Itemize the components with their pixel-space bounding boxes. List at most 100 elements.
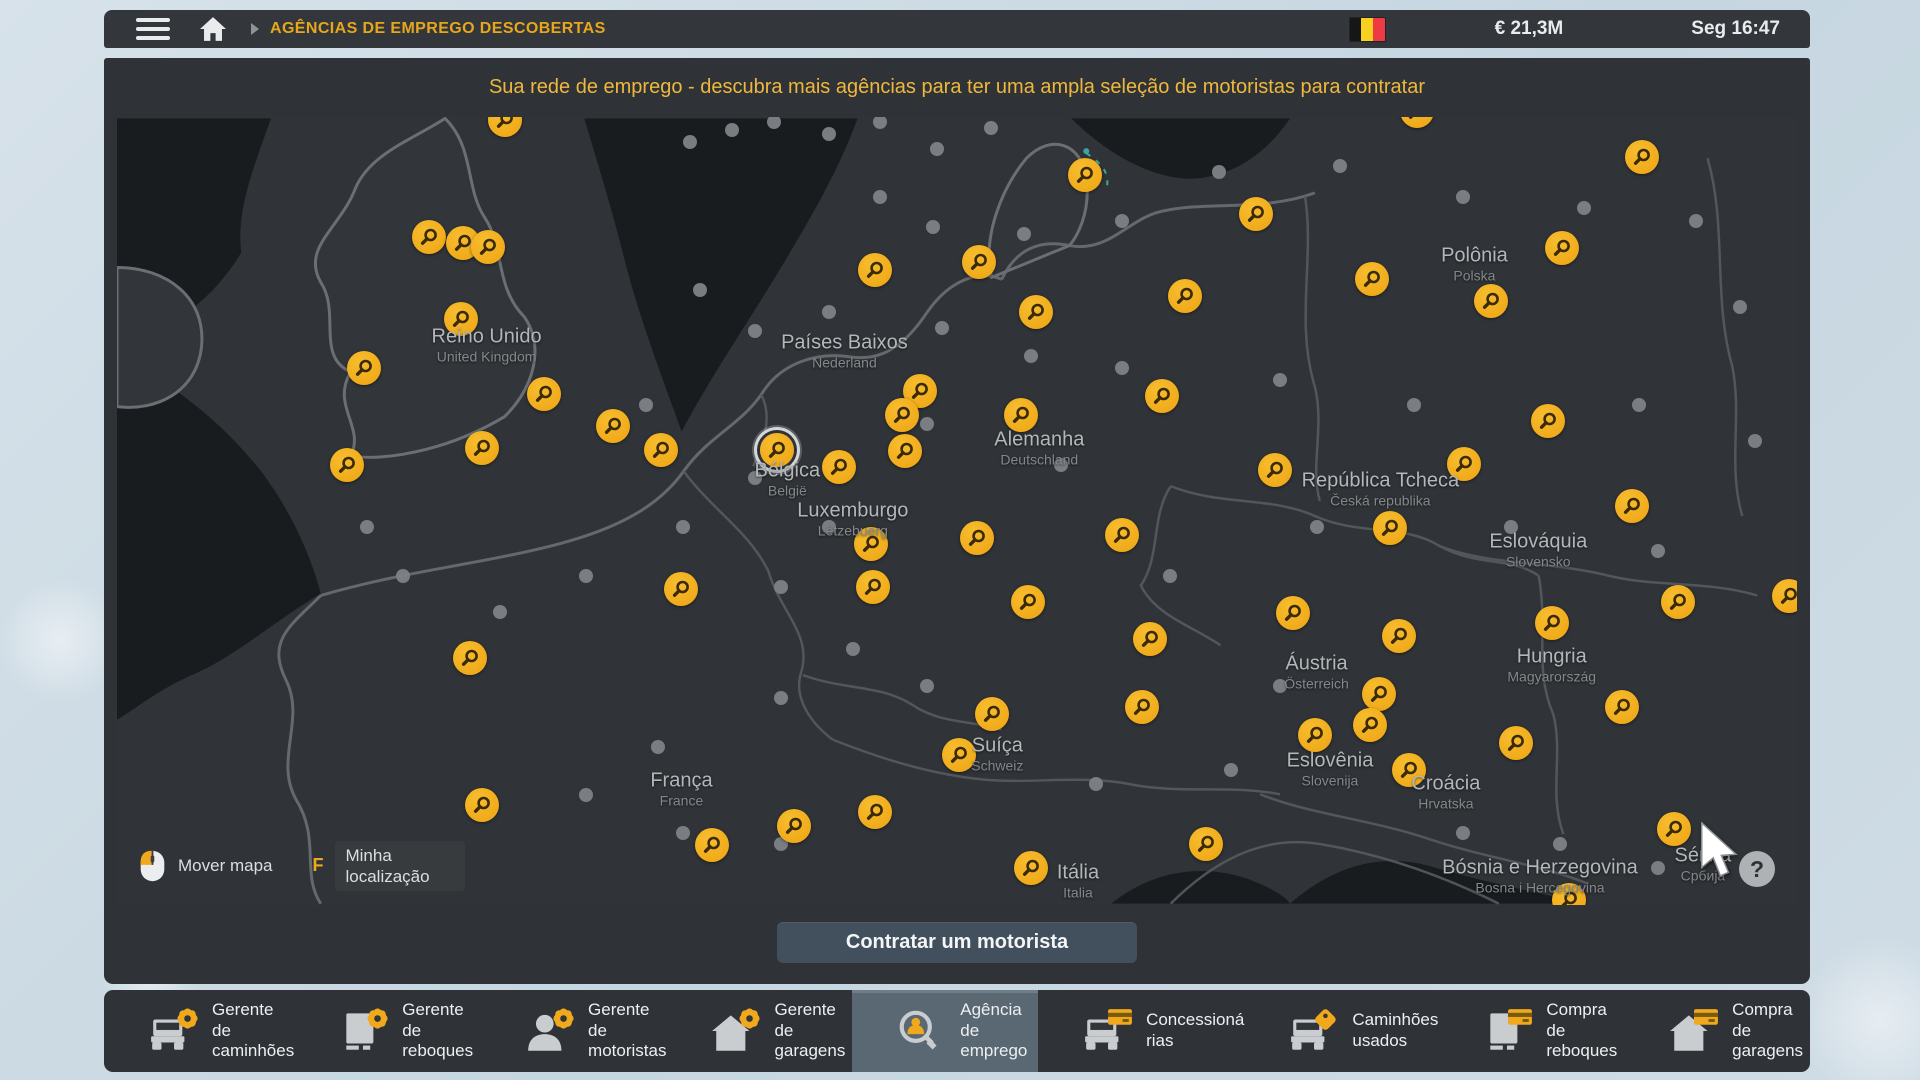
agency-marker[interactable] (1657, 812, 1691, 846)
agency-marker[interactable] (527, 377, 561, 411)
tab-garage-manager[interactable]: Gerente degaragens (666, 990, 852, 1072)
agency-marker[interactable] (1019, 295, 1053, 329)
map-city-dot (693, 283, 707, 297)
map-city-dot (651, 740, 665, 754)
agency-marker[interactable] (1011, 585, 1045, 619)
agency-marker[interactable] (1615, 489, 1649, 523)
tab-trailer-manager[interactable]: Gerente dereboques (294, 990, 480, 1072)
map-city-dot (920, 679, 934, 693)
agency-marker[interactable] (1474, 284, 1508, 318)
agency-marker[interactable] (962, 245, 996, 279)
map-city-dot (1115, 214, 1129, 228)
agency-marker[interactable] (1661, 585, 1695, 619)
agency-marker[interactable] (1392, 753, 1426, 787)
agency-marker[interactable] (1004, 398, 1038, 432)
agency-marker[interactable] (1105, 518, 1139, 552)
agency-marker[interactable] (858, 795, 892, 829)
agency-map-panel: Sua rede de emprego - descubra mais agên… (104, 58, 1810, 984)
agency-marker[interactable] (960, 521, 994, 555)
agency-marker[interactable] (1239, 197, 1273, 231)
agency-marker[interactable] (330, 448, 364, 482)
agency-marker[interactable] (858, 253, 892, 287)
agency-marker[interactable] (1531, 404, 1565, 438)
agency-marker[interactable] (644, 433, 678, 467)
agency-marker[interactable] (664, 572, 698, 606)
agency-marker[interactable] (942, 738, 976, 772)
map-city-dot (1456, 826, 1470, 840)
tab-truck-manager[interactable]: Gerente decaminhões (104, 990, 294, 1072)
move-map-label: Mover mapa (178, 856, 272, 876)
agency-marker[interactable] (1068, 158, 1102, 192)
agency-marker[interactable] (695, 828, 729, 862)
agency-marker[interactable] (975, 697, 1009, 731)
tab-driver-manager[interactable]: Gerente demotoristas (480, 990, 666, 1072)
agency-marker[interactable] (854, 527, 888, 561)
agency-marker[interactable] (1258, 453, 1292, 487)
agency-marker[interactable] (1362, 677, 1396, 711)
agency-marker[interactable] (596, 409, 630, 443)
map-city-dot (1748, 434, 1762, 448)
agency-marker[interactable] (1145, 379, 1179, 413)
map-city-dot (822, 520, 836, 534)
key-f: F (312, 855, 323, 876)
agency-marker[interactable] (465, 788, 499, 822)
home-icon[interactable] (198, 16, 228, 42)
map-city-dot (1115, 361, 1129, 375)
agency-marker[interactable] (1499, 726, 1533, 760)
agency-marker[interactable] (1189, 827, 1223, 861)
menu-icon[interactable] (136, 18, 170, 40)
agency-marker[interactable] (1168, 279, 1202, 313)
tab-label: Gerente dereboques (402, 1000, 480, 1062)
map-city-dot (1689, 214, 1703, 228)
map-city-dot (822, 305, 836, 319)
truck-tag-icon (1288, 1007, 1340, 1055)
agency-marker[interactable] (885, 398, 919, 432)
tab-job-agency[interactable]: Agência deemprego (852, 990, 1038, 1072)
agency-marker[interactable] (1382, 619, 1416, 653)
help-button[interactable]: ? (1739, 851, 1775, 887)
map-geography (117, 117, 1797, 905)
my-location-label[interactable]: Minha localização (335, 841, 465, 892)
agency-marker[interactable] (471, 230, 505, 264)
agency-marker[interactable] (1545, 231, 1579, 265)
agency-marker[interactable] (1014, 851, 1048, 885)
hire-driver-button[interactable]: Contratar um motorista (777, 922, 1137, 963)
agency-marker[interactable] (1125, 690, 1159, 724)
agency-marker[interactable] (888, 434, 922, 468)
map-city-dot (360, 520, 374, 534)
map-city-dot (1273, 373, 1287, 387)
agency-marker[interactable] (822, 450, 856, 484)
agency-marker[interactable] (1625, 140, 1659, 174)
tab-label: Compra degaragens (1732, 1000, 1810, 1062)
map-city-dot (1017, 227, 1031, 241)
agency-marker[interactable] (453, 641, 487, 675)
tab-dealers[interactable]: Concessionárias (1038, 990, 1244, 1072)
agency-marker[interactable] (1298, 718, 1332, 752)
agency-marker[interactable] (777, 809, 811, 843)
map-city-dot (1456, 190, 1470, 204)
breadcrumb: AGÊNCIAS DE EMPREGO DESCOBERTAS (270, 20, 606, 38)
tab-label: Caminhõesusados (1352, 1010, 1438, 1051)
tab-garage-purchase[interactable]: Compra degaragens (1624, 990, 1810, 1072)
agency-marker[interactable] (1447, 447, 1481, 481)
map-city-dot (1632, 398, 1646, 412)
agency-marker[interactable] (1355, 262, 1389, 296)
agency-marker[interactable] (444, 302, 478, 336)
agency-marker[interactable] (856, 570, 890, 604)
agency-marker[interactable] (465, 431, 499, 465)
map-city-dot (1224, 763, 1238, 777)
agency-marker[interactable] (1373, 511, 1407, 545)
agency-marker[interactable] (1535, 606, 1569, 640)
agency-marker[interactable] (1353, 708, 1387, 742)
agency-marker[interactable] (1605, 690, 1639, 724)
tab-used-trucks[interactable]: Caminhõesusados (1244, 990, 1438, 1072)
map-city-dot (1273, 679, 1287, 693)
map-city-dot (926, 220, 940, 234)
agency-marker[interactable] (412, 220, 446, 254)
agency-marker[interactable] (1276, 596, 1310, 630)
agency-marker[interactable] (1133, 622, 1167, 656)
agency-marker-selected[interactable] (760, 433, 794, 467)
tab-trailer-purchase[interactable]: Compra dereboques (1438, 990, 1624, 1072)
map[interactable]: Mover mapa F Minha localização ? Reino U… (117, 117, 1797, 905)
agency-marker[interactable] (347, 351, 381, 385)
